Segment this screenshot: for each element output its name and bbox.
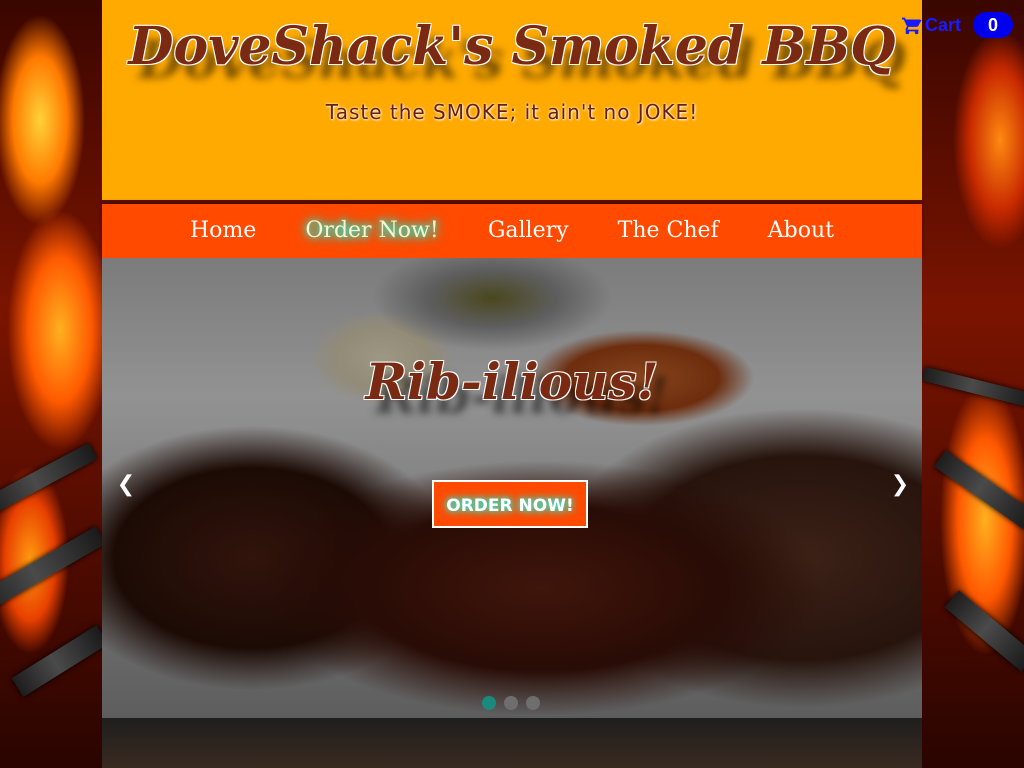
cart-link[interactable]: Cart 0 <box>901 12 1014 38</box>
carousel-dot[interactable] <box>482 696 496 710</box>
cart-label: Cart <box>925 14 962 35</box>
hero-heading: Rib-ilious! <box>365 352 659 411</box>
grill-grate <box>921 366 1024 408</box>
nav-about[interactable]: About <box>768 204 834 258</box>
grill-grate <box>944 590 1024 672</box>
carousel-next-icon[interactable]: ❯ <box>888 472 912 497</box>
content-section <box>102 718 922 768</box>
main-nav: Home Order Now! Gallery The Chef About <box>102 204 922 258</box>
cart-count-badge: 0 <box>973 12 1014 38</box>
carousel-dot[interactable] <box>526 696 540 710</box>
nav-home[interactable]: Home <box>190 204 256 258</box>
order-now-button[interactable]: ORDER NOW! <box>432 480 588 528</box>
nav-order-now[interactable]: Order Now! <box>305 204 438 258</box>
grill-grate <box>11 625 109 697</box>
grill-grate <box>0 442 98 516</box>
grill-grate <box>0 526 106 614</box>
tagline: Taste the SMOKE; it ain't no JOKE! <box>325 100 699 124</box>
nav-gallery[interactable]: Gallery <box>488 204 569 258</box>
site-header: DoveShack's Smoked BBQ Taste the SMOKE; … <box>102 0 922 200</box>
hero-carousel: Rib-ilious! ORDER NOW! ❮ ❯ <box>102 258 922 718</box>
carousel-indicators <box>482 696 540 710</box>
carousel-dot[interactable] <box>504 696 518 710</box>
site-title: DoveShack's Smoked BBQ <box>128 16 896 77</box>
page-wrapper: DoveShack's Smoked BBQ Taste the SMOKE; … <box>102 0 922 768</box>
grill-grate <box>934 450 1024 530</box>
carousel-prev-icon[interactable]: ❮ <box>114 472 138 497</box>
shopping-cart-icon <box>901 17 922 35</box>
nav-the-chef[interactable]: The Chef <box>618 204 719 258</box>
